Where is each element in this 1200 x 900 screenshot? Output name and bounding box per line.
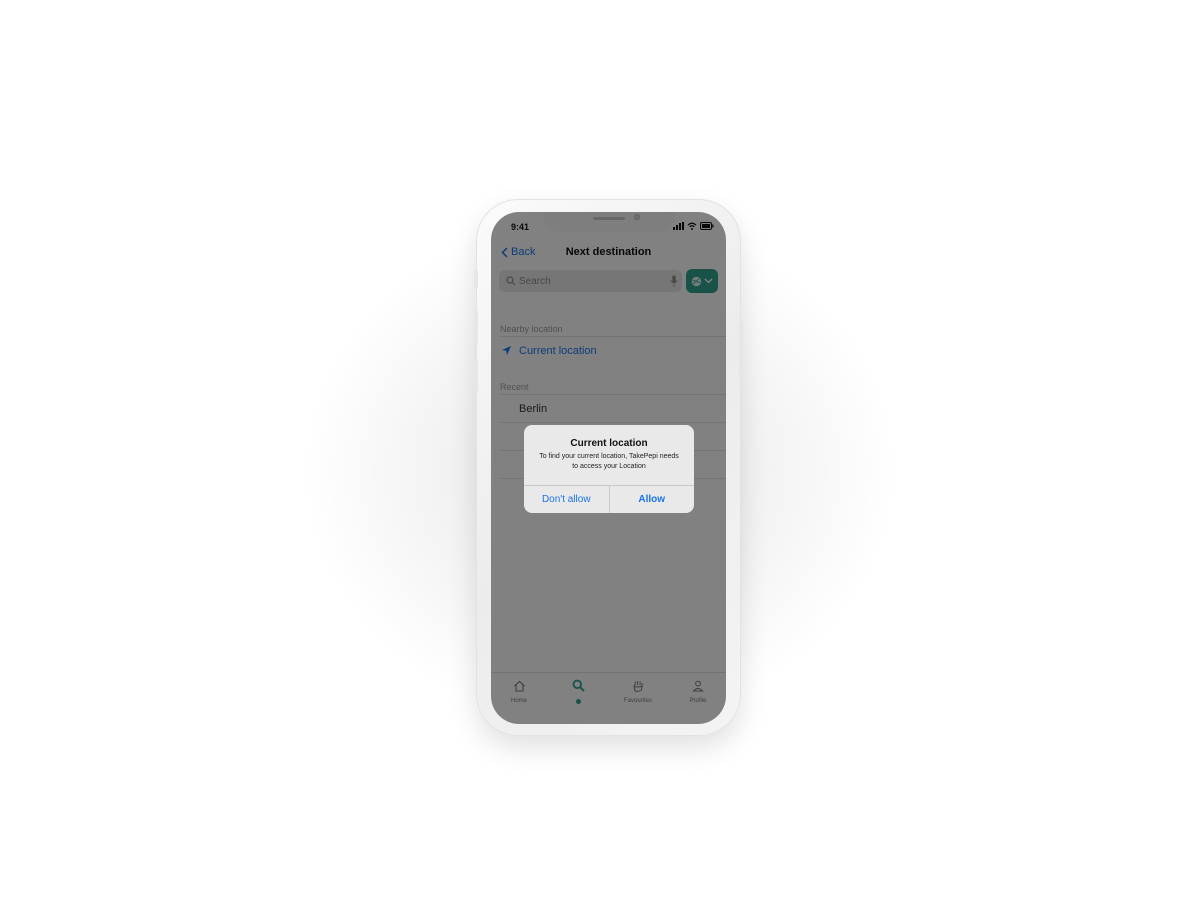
dialog-buttons: Don't allow Allow [524,485,694,513]
dialog-message: To find your current location, TakePepi … [539,453,679,470]
dont-allow-button[interactable]: Don't allow [524,486,609,513]
allow-button[interactable]: Allow [608,486,695,513]
dialog-title: Current location [570,438,648,449]
location-permission-dialog: Current location To find your current lo… [524,425,694,513]
volume-down-button [474,360,478,394]
phone-screen: 9:41 Back Next destination Search Nearby… [491,212,726,724]
volume-up-button [474,310,478,344]
power-button [739,322,743,378]
mute-switch [474,270,478,288]
